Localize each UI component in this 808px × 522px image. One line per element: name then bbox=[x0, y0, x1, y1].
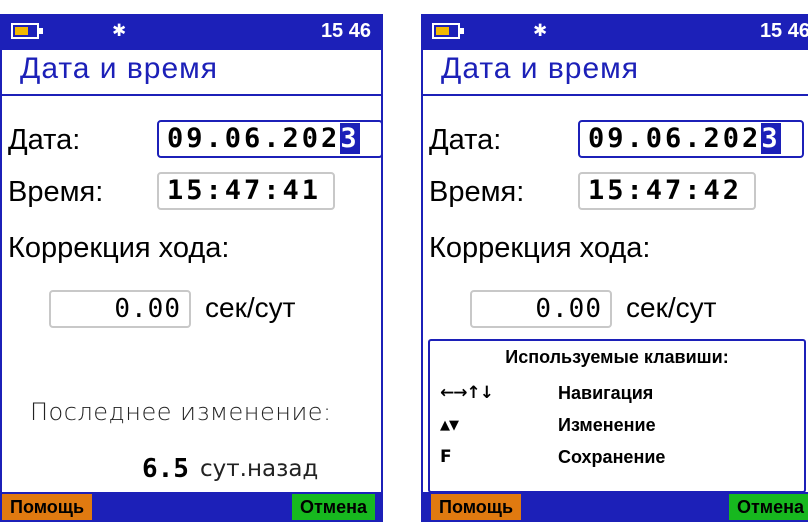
key-row-navigation: ←→↑↓ Навигация bbox=[430, 381, 804, 409]
status-bar: ✱ 15 46 bbox=[2, 14, 381, 50]
correction-units: сек/сут bbox=[626, 292, 717, 323]
correction-label: Коррекция хода: bbox=[8, 232, 230, 264]
clock: 15 46 bbox=[320, 20, 371, 42]
date-field[interactable]: 09.06.2023 bbox=[578, 120, 804, 158]
date-label: Дата: bbox=[429, 124, 502, 156]
key-desc: Изменение bbox=[558, 415, 656, 435]
date-cursor: 3 bbox=[340, 123, 360, 154]
page-title: Дата и время bbox=[441, 52, 640, 85]
title-divider bbox=[423, 94, 808, 96]
date-field[interactable]: 09.06.2023 bbox=[157, 120, 381, 158]
page-title: Дата и время bbox=[20, 52, 219, 85]
keys-help-title: Используемые клавиши: bbox=[505, 347, 729, 367]
help-button[interactable]: Помощь bbox=[2, 494, 93, 520]
last-change-value: 6.5 bbox=[142, 454, 189, 484]
correction-units: сек/сут bbox=[205, 292, 296, 323]
last-change-label: Последнее изменение: bbox=[30, 398, 332, 426]
key-row-save: F Сохранение bbox=[430, 445, 804, 473]
cancel-button[interactable]: Отмена bbox=[728, 494, 808, 520]
correction-field[interactable]: 0.00 bbox=[49, 290, 191, 328]
battery-icon bbox=[11, 23, 43, 39]
softkey-bar: Помощь Отмена bbox=[2, 492, 381, 522]
bluetooth-icon: ✱ bbox=[533, 21, 548, 41]
cancel-button[interactable]: Отмена bbox=[291, 494, 375, 520]
correction-field[interactable]: 0.00 bbox=[470, 290, 612, 328]
date-value: 09.06.202 bbox=[167, 123, 341, 154]
device-screen-left: ✱ 15 46 Дата и время Дата: 09.06.2023 Вр… bbox=[0, 14, 383, 522]
bluetooth-icon: ✱ bbox=[112, 21, 127, 41]
time-label: Время: bbox=[429, 176, 525, 208]
title-divider bbox=[2, 94, 381, 96]
f-key-icon: F bbox=[440, 447, 452, 467]
battery-icon bbox=[432, 23, 464, 39]
status-bar: ✱ 15 46 bbox=[423, 14, 808, 50]
softkey-bar: Помощь Отмена bbox=[423, 492, 808, 522]
up-down-icon: ▲▼ bbox=[440, 418, 459, 433]
help-button[interactable]: Помощь bbox=[431, 494, 522, 520]
key-desc: Навигация bbox=[558, 383, 654, 403]
time-field[interactable]: 15:47:42 bbox=[578, 172, 756, 210]
time-value: 15:47:41 bbox=[167, 175, 322, 206]
key-row-change: ▲▼ Изменение bbox=[430, 413, 804, 441]
device-screen-right: ✱ 15 46 Дата и время Дата: 09.06.2023 Вр… bbox=[421, 14, 808, 522]
date-label: Дата: bbox=[8, 124, 81, 156]
time-value: 15:47:42 bbox=[588, 175, 743, 206]
arrows-icon: ←→↑↓ bbox=[440, 383, 494, 403]
keys-help-panel: Используемые клавиши: ←→↑↓ Навигация ▲▼ … bbox=[428, 339, 806, 493]
time-field[interactable]: 15:47:41 bbox=[157, 172, 335, 210]
key-desc: Сохранение bbox=[558, 447, 666, 467]
time-label: Время: bbox=[8, 176, 104, 208]
clock: 15 46 bbox=[759, 20, 808, 42]
last-change-units: сут.назад bbox=[200, 456, 319, 482]
date-value: 09.06.202 bbox=[588, 123, 762, 154]
correction-label: Коррекция хода: bbox=[429, 232, 651, 264]
date-cursor: 3 bbox=[761, 123, 781, 154]
